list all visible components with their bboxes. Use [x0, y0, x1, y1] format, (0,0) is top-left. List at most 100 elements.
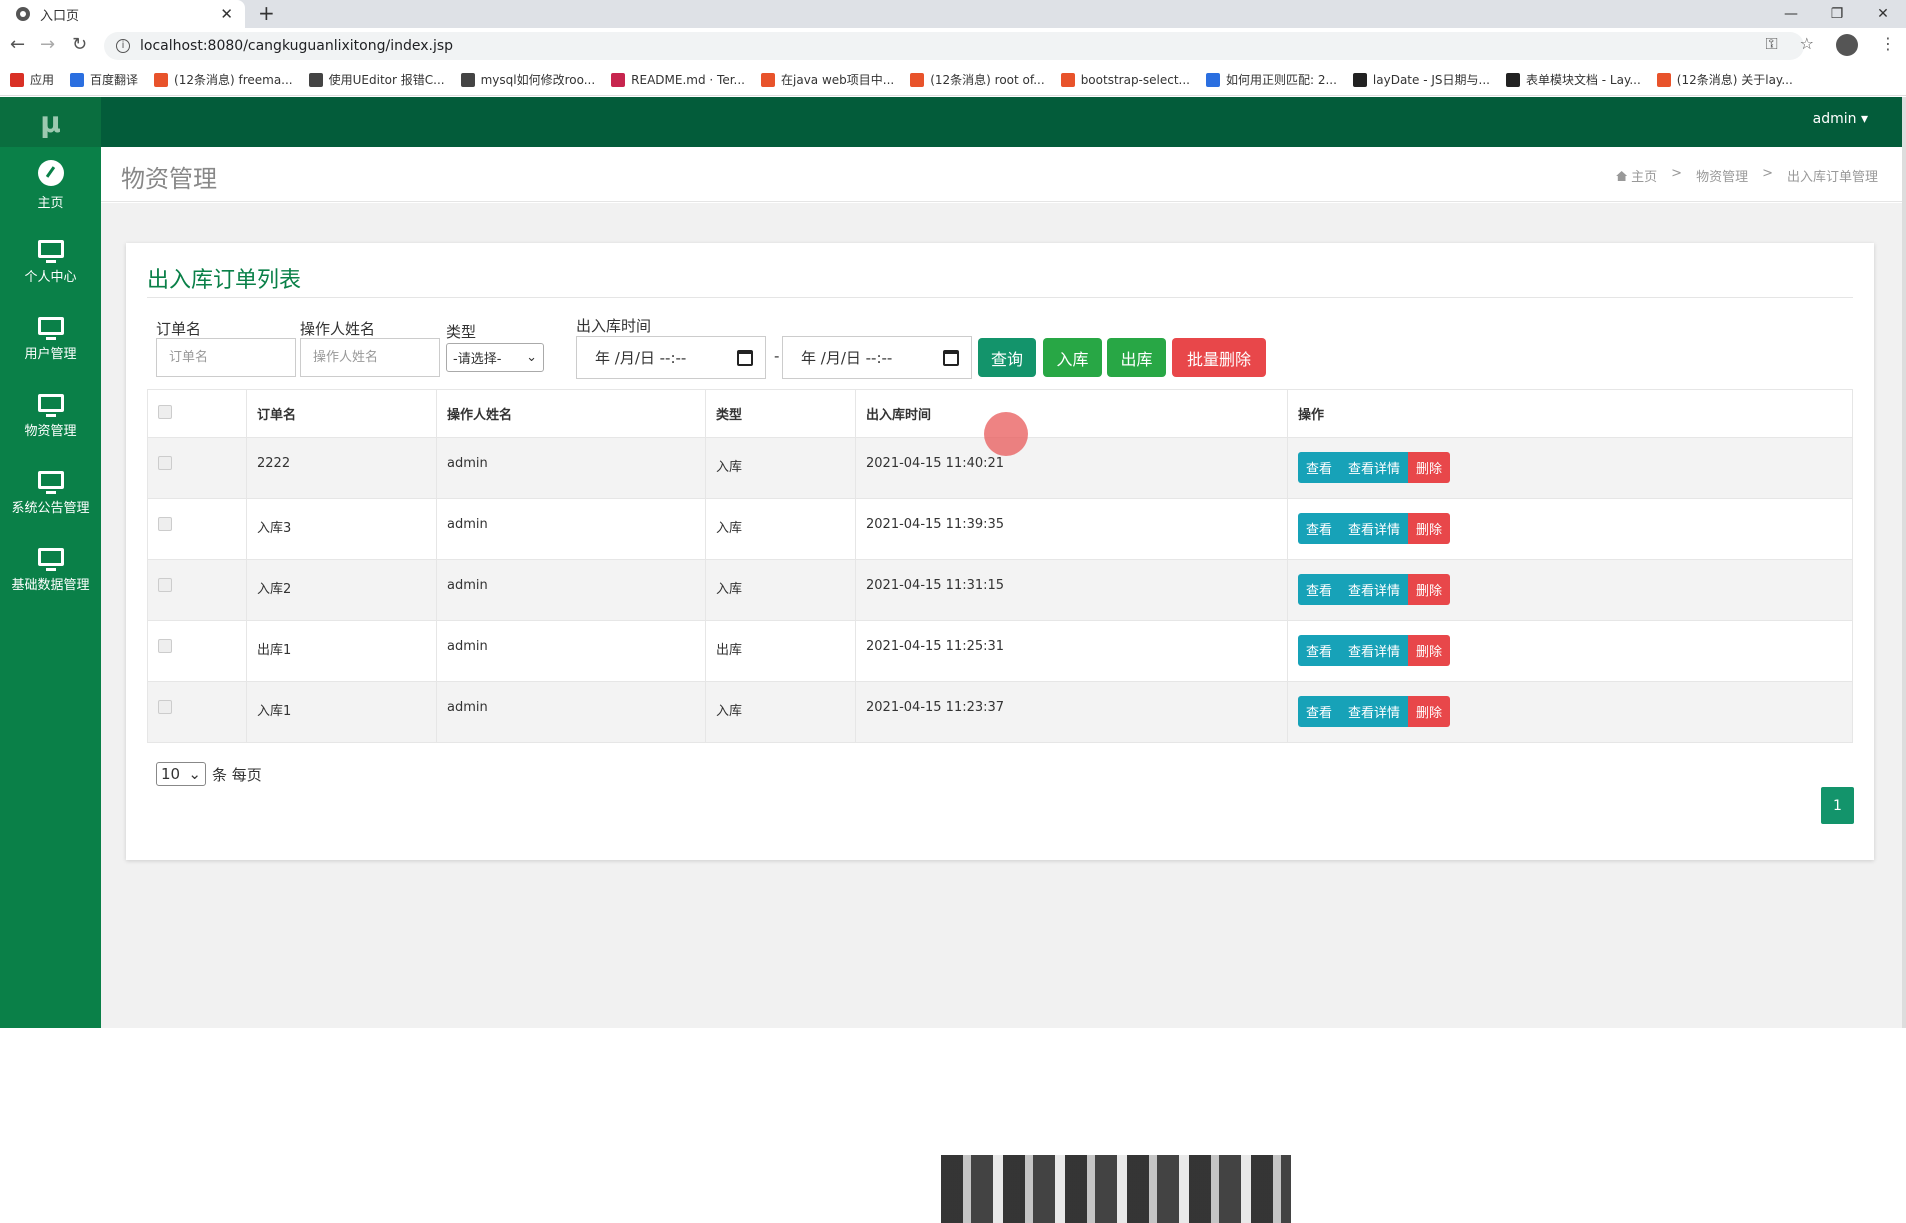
delete-button[interactable]: 删除: [1408, 696, 1451, 727]
start-date-input[interactable]: 年 /月/日 --:--: [576, 336, 766, 379]
sidebar: μ 主页个人中心用户管理物资管理系统公告管理 基础数据管理: [0, 97, 101, 1028]
site-info-icon[interactable]: i: [116, 39, 130, 53]
view-detail-button[interactable]: 查看详情: [1340, 635, 1409, 666]
bookmark-item[interactable]: mysql如何修改roo...: [460, 71, 595, 88]
time-cell: 2021-04-15 11:25:31: [855, 620, 1288, 682]
sidebar-item[interactable]: 用户管理: [0, 301, 101, 378]
delete-button[interactable]: 删除: [1408, 574, 1451, 605]
divider: [147, 297, 1853, 298]
type-label: 类型: [446, 323, 477, 341]
col-time[interactable]: 出入库时间: [855, 389, 1288, 438]
sidebar-item-label: 用户管理: [24, 347, 77, 362]
restore-icon[interactable]: ❐: [1814, 6, 1860, 22]
view-button[interactable]: 查看: [1298, 452, 1341, 483]
col-order-name[interactable]: 订单名: [246, 389, 437, 438]
view-button[interactable]: 查看: [1298, 513, 1341, 544]
sidebar-item-label: 物资管理: [24, 424, 77, 439]
select-all-checkbox[interactable]: [158, 404, 172, 419]
panel-title: 出入库订单列表: [147, 268, 302, 293]
back-icon[interactable]: ←: [10, 34, 25, 55]
bookmark-item[interactable]: 使用UEditor 报错C...: [308, 71, 445, 88]
minimize-icon[interactable]: —: [1768, 6, 1814, 22]
address-bar-actions: ⚿ ☆ ⋮: [1765, 34, 1906, 56]
view-button[interactable]: 查看: [1298, 635, 1341, 666]
row-checkbox[interactable]: [158, 456, 172, 470]
bookmark-item[interactable]: (12条消息) root of...: [910, 71, 1045, 88]
home-icon: [1616, 171, 1628, 181]
profile-icon[interactable]: [1836, 34, 1858, 56]
apps-grid-icon: [10, 72, 24, 87]
app-logo[interactable]: μ: [0, 97, 101, 147]
row-checkbox[interactable]: [158, 700, 172, 714]
batch-delete-button[interactable]: 批量删除: [1172, 338, 1266, 377]
sidebar-item-label: 主页: [37, 196, 64, 211]
new-tab-button[interactable]: +: [258, 0, 275, 28]
bookmark-item[interactable]: 在java web项目中...: [761, 71, 894, 88]
bookmark-item[interactable]: (12条消息) 关于lay...: [1656, 71, 1793, 88]
row-checkbox[interactable]: [158, 578, 172, 592]
view-detail-button[interactable]: 查看详情: [1340, 574, 1409, 605]
view-button[interactable]: 查看: [1298, 696, 1341, 727]
page-size-select[interactable]: 10 ⌄: [156, 762, 206, 786]
forward-icon[interactable]: →: [40, 34, 55, 55]
breadcrumb-item[interactable]: 物资管理: [1696, 166, 1748, 185]
view-detail-button[interactable]: 查看详情: [1340, 696, 1409, 727]
time-label: 出入库时间: [576, 317, 652, 335]
breadcrumb-current: 出入库订单管理: [1786, 170, 1878, 185]
bookmark-item[interactable]: 表单模块文档 - Lay...: [1505, 71, 1641, 88]
row-checkbox[interactable]: [158, 517, 172, 531]
col-actions: 操作: [1287, 389, 1853, 438]
bookmark-item[interactable]: layDate - JS日期与...: [1352, 71, 1490, 88]
delete-button[interactable]: 删除: [1408, 452, 1451, 483]
breadcrumb-home[interactable]: 主页: [1616, 166, 1657, 185]
col-type[interactable]: 类型: [705, 389, 856, 438]
close-window-icon[interactable]: ✕: [1860, 6, 1906, 22]
view-detail-button[interactable]: 查看详情: [1340, 513, 1409, 544]
bookmark-item[interactable]: 百度翻译: [70, 71, 138, 88]
user-menu[interactable]: admin ▾: [1813, 111, 1868, 127]
calendar-icon[interactable]: [943, 349, 959, 366]
breadcrumb: 主页 > 物资管理 > 出入库订单管理: [1616, 166, 1878, 185]
sidebar-item[interactable]: 个人中心: [0, 224, 101, 301]
sidebar-item[interactable]: 物资管理: [0, 378, 101, 455]
reload-icon[interactable]: ↻: [72, 34, 87, 55]
actions-cell: 查看 查看详情 删除: [1287, 559, 1853, 621]
col-operator[interactable]: 操作人姓名: [436, 389, 706, 438]
menu-dots-icon[interactable]: ⋮: [1880, 34, 1896, 56]
type-select[interactable]: -请选择- ⌄: [446, 343, 544, 372]
stock-in-button[interactable]: 入库: [1043, 338, 1102, 377]
url-field[interactable]: i localhost:8080/cangkuguanlixitong/inde…: [104, 32, 1804, 60]
stock-out-button[interactable]: 出库: [1107, 338, 1166, 377]
bookmark-item[interactable]: 应用: [10, 71, 54, 88]
bookmark-item[interactable]: README.md · Ter...: [611, 72, 745, 87]
url-text: localhost:8080/cangkuguanlixitong/index.…: [140, 38, 454, 54]
calendar-icon[interactable]: [737, 349, 753, 366]
page-scrollbar[interactable]: [1902, 97, 1906, 1028]
order-name-input[interactable]: [156, 338, 296, 377]
sidebar-item[interactable]: 系统公告管理: [0, 455, 101, 532]
close-tab-icon[interactable]: ✕: [220, 5, 233, 23]
bookmark-item[interactable]: (12条消息) freema...: [154, 71, 293, 88]
star-icon[interactable]: ☆: [1800, 34, 1814, 56]
row-checkbox[interactable]: [158, 639, 172, 653]
sidebar-item[interactable]: 主页: [0, 147, 101, 224]
actions-cell: 查看 查看详情 删除: [1287, 437, 1853, 499]
view-detail-button[interactable]: 查看详情: [1340, 452, 1409, 483]
actions-cell: 查看 查看详情 删除: [1287, 498, 1853, 560]
operator-name-input[interactable]: [300, 338, 440, 377]
order-name-cell: 入库1: [246, 681, 437, 743]
delete-button[interactable]: 删除: [1408, 513, 1451, 544]
end-date-input[interactable]: 年 /月/日 --:--: [782, 336, 972, 379]
row-select-cell: [147, 437, 247, 499]
bookmark-item[interactable]: bootstrap-select...: [1060, 72, 1190, 87]
order-name-cell: 2222: [246, 437, 437, 499]
bookmark-favicon-icon: [611, 72, 626, 87]
browser-tab[interactable]: 入口页 ✕: [0, 0, 245, 28]
view-button[interactable]: 查看: [1298, 574, 1341, 605]
key-icon[interactable]: ⚿: [1765, 34, 1777, 56]
page-1-button[interactable]: 1: [1821, 787, 1854, 824]
sidebar-item[interactable]: 基础数据管理: [0, 532, 101, 609]
bookmark-item[interactable]: 如何用正则匹配: 2...: [1205, 71, 1337, 88]
delete-button[interactable]: 删除: [1408, 635, 1451, 666]
query-button[interactable]: 查询: [978, 338, 1036, 377]
